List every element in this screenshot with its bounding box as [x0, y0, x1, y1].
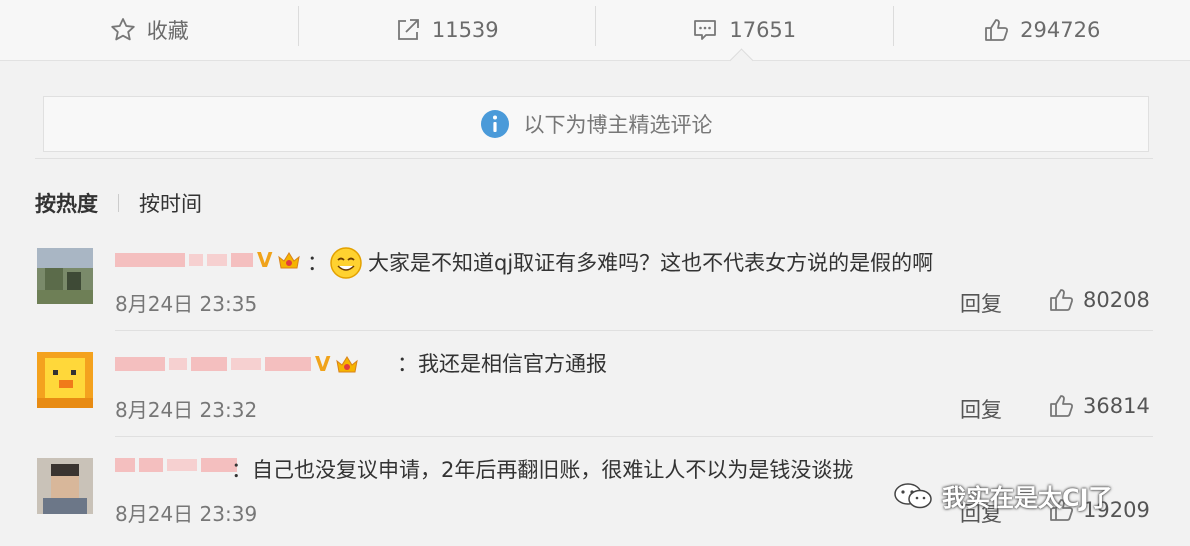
tab-separator	[118, 194, 119, 212]
username-masked[interactable]: V	[115, 248, 302, 272]
avatar[interactable]	[37, 352, 93, 408]
share-button[interactable]: 11539	[297, 0, 596, 60]
info-icon	[480, 110, 509, 138]
like-button[interactable]: 294726	[892, 0, 1190, 60]
avatar[interactable]	[37, 248, 93, 304]
verified-icon: V	[257, 248, 273, 272]
star-icon	[111, 18, 135, 41]
share-icon	[397, 19, 419, 40]
comment-text: 我还是相信官方通报	[418, 352, 607, 376]
comment-text: 大家是不知道qj取证有多难吗？这也不代表女方说的是假的啊	[368, 251, 934, 275]
comment-icon	[694, 20, 717, 40]
thumbs-up-icon	[1050, 289, 1074, 311]
comment-like-count: 80208	[1083, 288, 1150, 312]
comment-like-count: 36814	[1083, 394, 1150, 418]
smiley-emoji-icon	[330, 247, 362, 279]
action-bar: 收藏 11539 17651 294726	[0, 0, 1190, 61]
favorite-label: 收藏	[146, 19, 189, 43]
separator: ：	[231, 458, 252, 482]
vip-crown-icon	[278, 252, 301, 269]
comment-like-button[interactable]: 80208	[1047, 286, 1150, 314]
separator: ：	[397, 352, 418, 376]
separator: ：	[307, 251, 328, 275]
tab-sort-time[interactable]: 按时间	[139, 188, 202, 218]
comment-item: V ： 大家是不知道qj取证有多难吗？这也不代表女方说的是假的啊 8月24日 2…	[35, 240, 1153, 332]
comment-content: ：我还是相信官方通报	[397, 348, 607, 378]
selected-comments-notice: 以下为博主精选评论	[43, 96, 1149, 152]
comment-count: 17651	[729, 18, 797, 42]
comment-content: ：自己也没复议申请，2年后再翻旧账，很难让人不以为是钱没谈拢	[231, 454, 853, 484]
username-masked[interactable]	[115, 458, 237, 472]
comment-divider	[115, 436, 1153, 437]
comment-time: 8月24日 23:39	[115, 502, 258, 526]
notice-text: 以下为博主精选评论	[523, 113, 713, 137]
watermark-text: 我实在是太CJ了	[942, 484, 1113, 512]
reply-button[interactable]: 回复	[960, 288, 1002, 318]
comment-time: 8月24日 23:32	[115, 398, 258, 422]
sort-tabs: 按热度 按时间	[35, 188, 202, 218]
comment-text: 自己也没复议申请，2年后再翻旧账，很难让人不以为是钱没谈拢	[252, 458, 854, 482]
watermark: 我实在是太CJ了	[892, 478, 1113, 513]
avatar[interactable]	[37, 458, 93, 514]
comment-item: V ：我还是相信官方通报 8月24日 23:32 回复 36814	[35, 344, 1153, 440]
share-count: 11539	[431, 18, 499, 42]
comment-content: ： 大家是不知道qj取证有多难吗？这也不代表女方说的是假的啊	[307, 244, 933, 280]
reply-button[interactable]: 回复	[960, 394, 1002, 424]
favorite-button[interactable]: 收藏	[0, 0, 298, 60]
comment-divider	[115, 330, 1153, 331]
vip-crown-icon	[336, 356, 359, 373]
wechat-icon	[894, 482, 932, 508]
comment-like-button[interactable]: 36814	[1047, 392, 1150, 420]
tab-sort-hot[interactable]: 按热度	[35, 188, 98, 218]
divider	[35, 158, 1153, 159]
comment-time: 8月24日 23:35	[115, 292, 258, 316]
thumbs-up-icon	[1050, 395, 1074, 417]
like-count: 294726	[1020, 18, 1101, 42]
thumbs-up-icon	[985, 19, 1009, 41]
username-masked[interactable]: V	[115, 352, 360, 376]
verified-icon: V	[315, 352, 331, 376]
